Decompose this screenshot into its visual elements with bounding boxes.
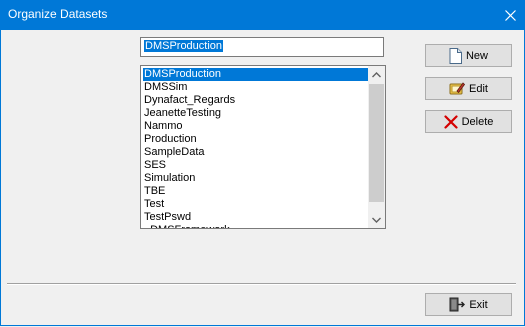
exit-button-label: Exit [469, 298, 488, 311]
edit-button[interactable]: Edit [425, 77, 512, 100]
chevron-up-icon [372, 71, 381, 77]
title-bar: Organize Datasets [0, 0, 525, 30]
list-item[interactable]: Dynafact_Regards [143, 94, 369, 107]
scrollbar-thumb[interactable] [369, 84, 384, 202]
chevron-down-icon [372, 217, 381, 223]
exit-door-icon [449, 297, 466, 312]
list-scrollbar[interactable] [368, 66, 385, 228]
list-item[interactable]: JeanetteTesting [143, 107, 369, 120]
list-item[interactable]: Nammo [143, 120, 369, 133]
dataset-name-text: DMSProduction [144, 40, 224, 52]
list-item[interactable]: _DMSFramework [143, 224, 369, 228]
list-item[interactable]: Production [143, 133, 369, 146]
list-item[interactable]: TestPswd [143, 211, 369, 224]
delete-button-label: Delete [461, 115, 494, 128]
exit-button[interactable]: Exit [425, 293, 512, 316]
edit-icon [449, 82, 466, 95]
scroll-down-button[interactable] [368, 211, 385, 228]
list-item[interactable]: DMSProduction [143, 68, 369, 81]
close-icon [504, 9, 516, 21]
new-document-icon [449, 47, 462, 64]
new-button-label: New [465, 49, 488, 62]
list-item[interactable]: SampleData [143, 146, 369, 159]
dataset-name-input[interactable]: DMSProduction [140, 37, 384, 57]
window-title: Organize Datasets [8, 7, 108, 21]
delete-button[interactable]: Delete [425, 110, 512, 133]
scroll-up-button[interactable] [368, 66, 385, 83]
delete-x-icon [443, 114, 458, 129]
list-item[interactable]: Test [143, 198, 369, 211]
datasets-list: DMSProduction DMSSim Dynafact_Regards Jeane… [143, 68, 369, 228]
list-item[interactable]: SES [143, 159, 369, 172]
edit-button-label: Edit [469, 82, 488, 95]
list-item[interactable]: TBE [143, 185, 369, 198]
bottom-divider [7, 283, 516, 285]
close-button[interactable] [495, 0, 525, 30]
list-item[interactable]: Simulation [143, 172, 369, 185]
new-button[interactable]: New [425, 44, 512, 67]
list-item[interactable]: DMSSim [143, 81, 369, 94]
datasets-listbox[interactable]: DMSProduction DMSSim Dynafact_Regards Jeane… [140, 65, 386, 229]
